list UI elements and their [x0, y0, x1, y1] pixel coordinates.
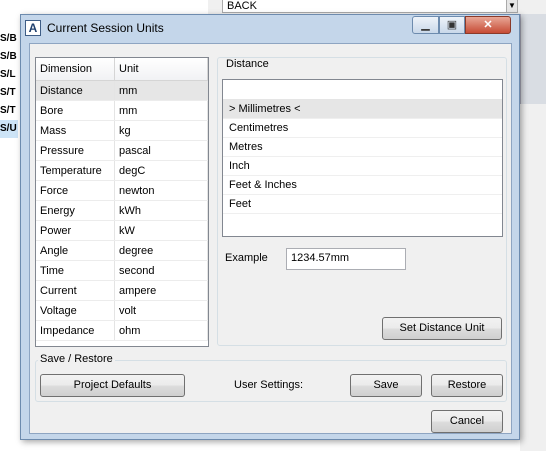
unit-cell[interactable]: ampere [114, 280, 208, 301]
table-row[interactable]: Energy kWh [36, 200, 208, 221]
dialog-client-area: Dimension Unit Distance mm Bore mm Mass kg Pre… [29, 43, 512, 434]
unit-cell[interactable]: kg [114, 120, 208, 141]
distance-group-label: Distance [224, 58, 271, 70]
unit-cell[interactable]: degree [114, 240, 208, 261]
list-item[interactable]: Metres [223, 138, 502, 157]
unit-cell[interactable]: mm [114, 100, 208, 121]
restore-button[interactable]: Restore [431, 374, 503, 397]
unit-cell[interactable]: ohm [114, 320, 208, 341]
background-side-tab [520, 14, 546, 104]
background-tree-row[interactable]: S/T [0, 102, 18, 120]
list-item[interactable]: Centimetres [223, 119, 502, 138]
background-tree-row[interactable]: S/L [0, 66, 18, 84]
app-logo-icon: A [25, 20, 41, 36]
background-bottom-area [18, 440, 520, 451]
dimension-cell[interactable]: Distance [36, 80, 115, 101]
dimension-cell[interactable]: Impedance [36, 320, 115, 341]
unit-cell[interactable]: volt [114, 300, 208, 321]
close-button[interactable]: ✕ [465, 16, 511, 34]
table-header-row: Dimension Unit [36, 58, 208, 81]
dimension-cell[interactable]: Current [36, 280, 115, 301]
save-restore-group-label: Save / Restore [38, 353, 115, 365]
background-tree-row[interactable]: S/B [0, 30, 18, 48]
dimension-cell[interactable]: Temperature [36, 160, 115, 181]
table-row[interactable]: Current ampere [36, 280, 208, 301]
table-row[interactable]: Angle degree [36, 240, 208, 261]
table-row[interactable]: Bore mm [36, 100, 208, 121]
background-tree-row[interactable]: S/B [0, 48, 18, 66]
dimension-cell[interactable]: Time [36, 260, 115, 281]
minimize-icon: ▁ [421, 19, 430, 31]
table-row[interactable]: Temperature degC [36, 160, 208, 181]
background-dropdown-arrow-icon[interactable]: ▼ [506, 0, 518, 13]
close-icon: ✕ [483, 19, 493, 31]
column-header-unit[interactable]: Unit [114, 58, 208, 81]
list-item[interactable]: Feet & Inches [223, 176, 502, 195]
project-defaults-button[interactable]: Project Defaults [40, 374, 185, 397]
table-row[interactable]: Time second [36, 260, 208, 281]
example-value-field[interactable]: 1234.57mm [286, 248, 406, 270]
cancel-button[interactable]: Cancel [431, 410, 503, 433]
background-tree-row[interactable]: S/U [0, 120, 18, 138]
table-row[interactable]: Distance mm [36, 80, 208, 101]
current-session-units-dialog: A Current Session Units ▁ ▣ ✕ Dimension … [20, 14, 520, 440]
table-row[interactable]: Power kW [36, 220, 208, 241]
dimension-cell[interactable]: Pressure [36, 140, 115, 161]
unit-cell[interactable]: second [114, 260, 208, 281]
dialog-titlebar[interactable]: A Current Session Units ▁ ▣ ✕ [21, 15, 519, 41]
unit-cell[interactable]: mm [114, 80, 208, 101]
table-row[interactable]: Mass kg [36, 120, 208, 141]
dimension-cell[interactable]: Power [36, 220, 115, 241]
table-row[interactable]: Voltage volt [36, 300, 208, 321]
background-tree-panel: S/B S/B S/L S/T S/T S/U [0, 0, 18, 451]
unit-cell[interactable]: pascal [114, 140, 208, 161]
list-item[interactable]: > Millimetres < [223, 100, 502, 119]
unit-cell[interactable]: kW [114, 220, 208, 241]
unit-cell[interactable]: degC [114, 160, 208, 181]
example-label: Example [225, 252, 268, 264]
background-back-field[interactable]: BACK [222, 0, 512, 13]
dimension-unit-table: Dimension Unit Distance mm Bore mm Mass kg Pre… [35, 57, 209, 347]
user-settings-label: User Settings: [234, 379, 304, 391]
save-button[interactable]: Save [350, 374, 422, 397]
table-row[interactable]: Impedance ohm [36, 320, 208, 341]
dimension-cell[interactable]: Bore [36, 100, 115, 121]
dialog-title: Current Session Units [47, 21, 164, 35]
set-distance-unit-button[interactable]: Set Distance Unit [382, 317, 502, 340]
table-row[interactable]: Force newton [36, 180, 208, 201]
list-item[interactable]: Inch [223, 157, 502, 176]
dimension-cell[interactable]: Force [36, 180, 115, 201]
maximize-icon: ▣ [446, 19, 458, 31]
column-header-dimension[interactable]: Dimension [36, 58, 115, 81]
dimension-cell[interactable]: Mass [36, 120, 115, 141]
background-tree-row[interactable]: S/T [0, 84, 18, 102]
table-row[interactable]: Pressure pascal [36, 140, 208, 161]
background-side-panel [520, 14, 546, 451]
unit-list-header [223, 80, 502, 100]
distance-unit-list[interactable]: > Millimetres < Centimetres Metres Inch Feet… [222, 79, 503, 237]
unit-cell[interactable]: kWh [114, 200, 208, 221]
list-item[interactable]: Feet [223, 195, 502, 214]
minimize-button[interactable]: ▁ [412, 16, 439, 34]
dimension-cell[interactable]: Angle [36, 240, 115, 261]
maximize-button[interactable]: ▣ [439, 16, 465, 34]
unit-cell[interactable]: newton [114, 180, 208, 201]
dimension-cell[interactable]: Voltage [36, 300, 115, 321]
dimension-cell[interactable]: Energy [36, 200, 115, 221]
